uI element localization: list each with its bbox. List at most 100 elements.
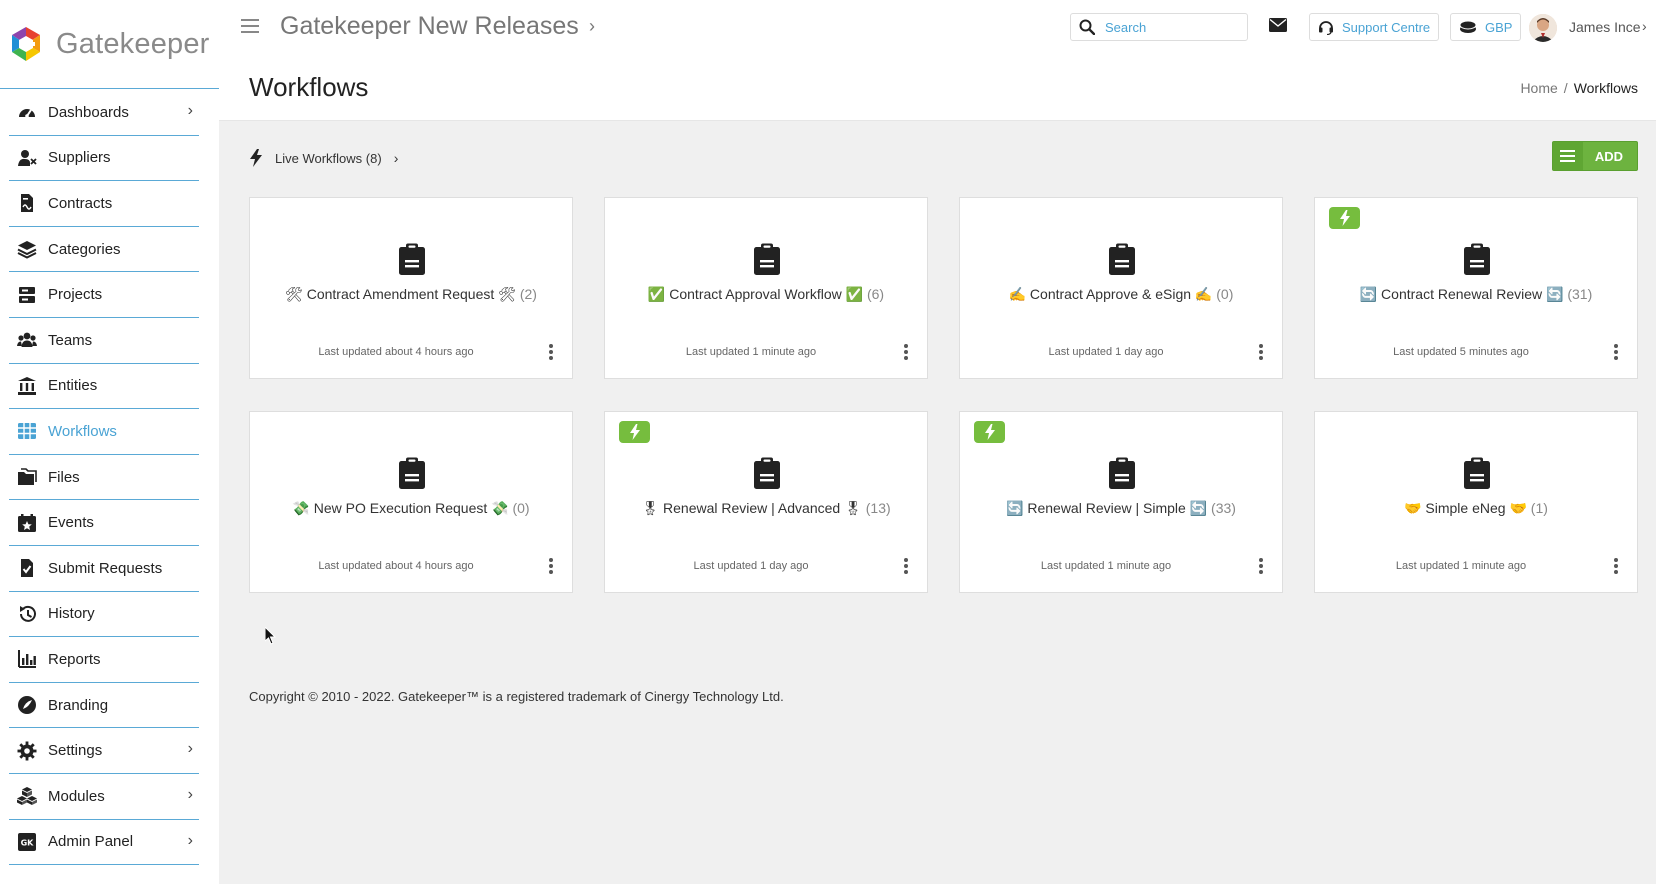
mouse-cursor-icon [265,627,277,645]
clipboard-icon [1109,243,1135,275]
more-options-icon[interactable] [549,558,553,574]
top-bar: Gatekeeper New Releases › Support Centre… [219,0,1656,59]
sidebar-item-branding[interactable]: Branding [9,683,199,729]
workflow-card[interactable]: 💸 New PO Execution Request 💸 (0) Last upd… [249,411,573,593]
more-options-icon[interactable] [1614,344,1618,360]
avatar[interactable] [1529,14,1557,42]
sidebar-item-entities[interactable]: Entities [9,364,199,410]
sidebar-item-reports[interactable]: Reports [9,637,199,683]
currency-label: GBP [1485,19,1513,35]
gatekeeper-logo-icon [12,27,40,61]
workflow-card[interactable]: 🔄 Renewal Review | Simple 🔄 (33) Last upd… [959,411,1283,593]
workflow-card[interactable]: ✍️ Contract Approve & eSign ✍️ (0) Last u… [959,197,1283,379]
workflow-name: 🔄 Renewal Review | Simple 🔄 [1006,500,1208,516]
workflow-title: 💸 New PO Execution Request 💸 (0) [250,500,572,517]
menu-toggle-icon[interactable] [241,19,259,33]
sidebar-item-history[interactable]: History [9,592,199,638]
sidebar-item-dashboards[interactable]: Dashboards › [9,90,199,136]
more-options-icon[interactable] [1614,558,1618,574]
history-icon [17,604,37,624]
support-centre-button[interactable]: Support Centre [1309,13,1440,41]
sidebar-nav: Dashboards › Suppliers Contracts Categories P… [9,90,199,866]
workflow-card[interactable]: 🛠 Contract Amendment Request 🛠 (2) Last u… [249,197,573,379]
workflow-count: (6) [866,286,885,302]
workflow-card[interactable]: 🔄 Contract Renewal Review 🔄 (31) Last upd… [1314,197,1638,379]
sidebar-item-teams[interactable]: Teams [9,318,199,364]
clipboard-icon [399,243,425,275]
workflow-card[interactable]: 🎖 Renewal Review | Advanced 🎖 (13) Last u… [604,411,928,593]
mail-icon[interactable] [1269,18,1287,37]
last-updated: Last updated 1 minute ago [1040,560,1172,572]
currency-selector[interactable]: GBP [1450,13,1522,41]
layers-icon [17,239,37,259]
sidebar-item-settings[interactable]: Settings › [9,728,199,774]
clipboard-icon [754,457,780,489]
logo[interactable]: Gatekeeper [8,22,210,66]
more-options-icon[interactable] [904,344,908,360]
sidebar-item-label: Workflows [48,422,117,440]
sidebar-item-modules[interactable]: Modules › [9,774,199,820]
breadcrumb-current: Workflows [1573,80,1638,96]
workflow-title: 🤝 Simple eNeg 🤝 (1) [1315,500,1637,517]
workflow-name: 🤝 Simple eNeg 🤝 [1404,500,1527,516]
page-title: Workflows [249,72,369,102]
app-title[interactable]: Gatekeeper New Releases [280,12,579,41]
dashboard-icon [17,102,37,122]
more-options-icon[interactable] [1259,344,1263,360]
files-icon [17,467,37,487]
sidebar-item-label: History [48,605,95,623]
sidebar-item-label: Projects [48,286,103,304]
workflow-title: 🎖 Renewal Review | Advanced 🎖 (13) [605,500,927,517]
last-updated: Last updated 1 day ago [693,560,809,572]
page-header: Workflows Home / Workflows [219,58,1656,121]
workflow-title: 🔄 Renewal Review | Simple 🔄 (33) [960,500,1282,517]
modules-icon [17,786,37,806]
workflow-name: 💸 New PO Execution Request 💸 [292,500,509,516]
workflow-card[interactable]: ✅ Contract Approval Workflow ✅ (6) Last u… [604,197,928,379]
live-workflows-toggle[interactable]: Live Workflows (8) › [249,149,398,167]
breadcrumb-home[interactable]: Home [1520,80,1557,96]
workflow-count: (33) [1211,500,1236,516]
clipboard-icon [399,457,425,489]
sidebar-item-files[interactable]: Files [9,455,199,501]
contract-icon [17,193,37,213]
more-options-icon[interactable] [904,558,908,574]
more-options-icon[interactable] [549,344,553,360]
branding-icon [17,695,37,715]
chevron-right-icon: › [187,785,193,803]
user-name[interactable]: James Ince [1569,19,1641,35]
sidebar: Gatekeeper Dashboards › Suppliers Contracts… [0,0,220,884]
list-icon [1552,142,1583,170]
sidebar-item-workflows[interactable]: Workflows [9,409,199,455]
sidebar-item-events[interactable]: Events [9,500,199,546]
footer-copyright: Copyright © 2010 - 2022. Gatekeeper™ is … [249,689,784,704]
search-input[interactable] [1103,18,1237,36]
chevron-right-icon[interactable]: › [1642,18,1647,34]
headset-icon [1319,21,1333,35]
add-button[interactable]: ADD [1551,141,1638,171]
sidebar-item-suppliers[interactable]: Suppliers [9,136,199,182]
sidebar-item-label: Categories [48,240,121,258]
supplier-icon [17,148,37,168]
sidebar-item-label: Entities [48,377,98,395]
sidebar-item-admin-panel[interactable]: GK Admin Panel › [9,820,199,866]
sidebar-item-projects[interactable]: Projects [9,272,199,318]
last-updated: Last updated about 4 hours ago [318,560,474,572]
reports-icon [17,649,37,669]
workflow-name: 🎖 Renewal Review | Advanced 🎖 [641,500,862,516]
search-box[interactable] [1070,13,1248,41]
teams-icon [17,330,37,350]
workflow-count: (1) [1530,500,1548,516]
entities-icon [17,376,37,396]
sidebar-item-label: Admin Panel [48,833,134,851]
more-options-icon[interactable] [1259,558,1263,574]
sidebar-item-submit-requests[interactable]: Submit Requests [9,546,199,592]
bolt-icon [250,149,262,167]
admin-panel-icon: GK [17,832,37,852]
chevron-right-icon[interactable]: › [589,16,595,37]
coins-icon [1459,20,1477,33]
support-centre-label: Support Centre [1342,19,1431,35]
sidebar-item-categories[interactable]: Categories [9,227,199,273]
workflow-card[interactable]: 🤝 Simple eNeg 🤝 (1) Last updated 1 minute… [1314,411,1638,593]
sidebar-item-contracts[interactable]: Contracts [9,181,199,227]
